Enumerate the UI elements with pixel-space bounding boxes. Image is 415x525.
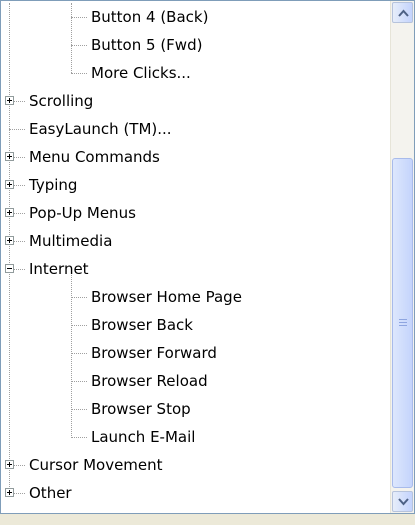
tree-connector (71, 381, 87, 382)
dialog-background-strip (0, 514, 415, 525)
scroll-down-arrow-icon (398, 498, 409, 506)
expand-plus-icon[interactable] (5, 208, 14, 217)
tree-connector (14, 269, 25, 270)
tree-connector (71, 325, 87, 326)
tree-item-label: Typing (29, 176, 78, 194)
tree-item-internet[interactable]: Internet (1, 255, 389, 283)
tree-item-browser-reload[interactable]: Browser Reload (1, 367, 389, 395)
tree-connector (14, 241, 25, 242)
tree-item-label: Menu Commands (29, 148, 160, 166)
expand-plus-icon[interactable] (5, 236, 14, 245)
expand-plus-icon[interactable] (5, 96, 14, 105)
tree-connector (71, 73, 87, 74)
tree-item-label: Pop-Up Menus (29, 204, 136, 222)
tree-item-pop-up-menus[interactable]: Pop-Up Menus (1, 199, 389, 227)
tree-item-cursor-movement[interactable]: Cursor Movement (1, 451, 389, 479)
tree-connector (14, 101, 25, 102)
tree-item-browser-back[interactable]: Browser Back (1, 311, 389, 339)
vertical-scrollbar[interactable] (390, 1, 414, 513)
tree-item-label: Button 5 (Fwd) (91, 36, 203, 54)
grip-line-icon (399, 325, 407, 326)
tree-item-multimedia[interactable]: Multimedia (1, 227, 389, 255)
scroll-down-button[interactable] (392, 491, 413, 512)
tree-connector (71, 353, 87, 354)
tree-item-label: EasyLaunch (TM)... (29, 120, 172, 138)
tree-item-label: Internet (29, 260, 89, 278)
tree-connector (71, 437, 87, 438)
tree-connector (14, 465, 25, 466)
tree-item-label: Multimedia (29, 232, 113, 250)
tree-item-label: More Clicks... (91, 64, 191, 82)
tree-connector (71, 297, 87, 298)
tree-item-button-4-back[interactable]: Button 4 (Back) (1, 3, 389, 31)
tree-item-easylaunch[interactable]: EasyLaunch (TM)... (1, 115, 389, 143)
command-tree: Button 4 (Back) Button 5 (Fwd) More Clic… (1, 3, 389, 507)
scroll-thumb[interactable] (392, 158, 413, 488)
tree-item-more-clicks[interactable]: More Clicks... (1, 59, 389, 87)
tree-item-label: Other (29, 484, 72, 502)
tree-item-menu-commands[interactable]: Menu Commands (1, 143, 389, 171)
tree-item-label: Browser Stop (91, 400, 191, 418)
tree-item-launch-e-mail[interactable]: Launch E-Mail (1, 423, 389, 451)
tree-connector (71, 45, 87, 46)
tree-connector (14, 185, 25, 186)
tree-item-label: Button 4 (Back) (91, 8, 209, 26)
tree-item-label: Scrolling (29, 92, 94, 110)
scroll-track[interactable] (391, 24, 414, 490)
tree-item-label: Browser Back (91, 316, 193, 334)
grip-line-icon (399, 322, 407, 323)
scroll-up-arrow-icon (398, 9, 409, 17)
tree-connector (14, 493, 25, 494)
scroll-up-button[interactable] (392, 2, 413, 23)
command-tree-view[interactable]: Button 4 (Back) Button 5 (Fwd) More Clic… (0, 0, 415, 514)
tree-item-label: Browser Home Page (91, 288, 242, 306)
tree-item-label: Browser Reload (91, 372, 208, 390)
expand-plus-icon[interactable] (5, 152, 14, 161)
expand-plus-icon[interactable] (5, 488, 14, 497)
tree-item-label: Browser Forward (91, 344, 217, 362)
tree-connector (14, 213, 25, 214)
tree-item-scrolling[interactable]: Scrolling (1, 87, 389, 115)
tree-connector (14, 157, 25, 158)
expand-plus-icon[interactable] (5, 180, 14, 189)
grip-line-icon (399, 319, 407, 320)
expand-plus-icon[interactable] (5, 460, 14, 469)
tree-item-other[interactable]: Other (1, 479, 389, 507)
tree-connector (71, 409, 87, 410)
tree-item-browser-stop[interactable]: Browser Stop (1, 395, 389, 423)
tree-item-label: Cursor Movement (29, 456, 163, 474)
tree-item-label: Launch E-Mail (91, 428, 196, 446)
tree-item-browser-forward[interactable]: Browser Forward (1, 339, 389, 367)
collapse-minus-icon[interactable] (5, 264, 14, 273)
tree-item-typing[interactable]: Typing (1, 171, 389, 199)
tree-item-browser-home-page[interactable]: Browser Home Page (1, 283, 389, 311)
tree-item-button-5-fwd[interactable]: Button 5 (Fwd) (1, 31, 389, 59)
tree-connector (9, 129, 25, 130)
tree-connector (71, 17, 87, 18)
